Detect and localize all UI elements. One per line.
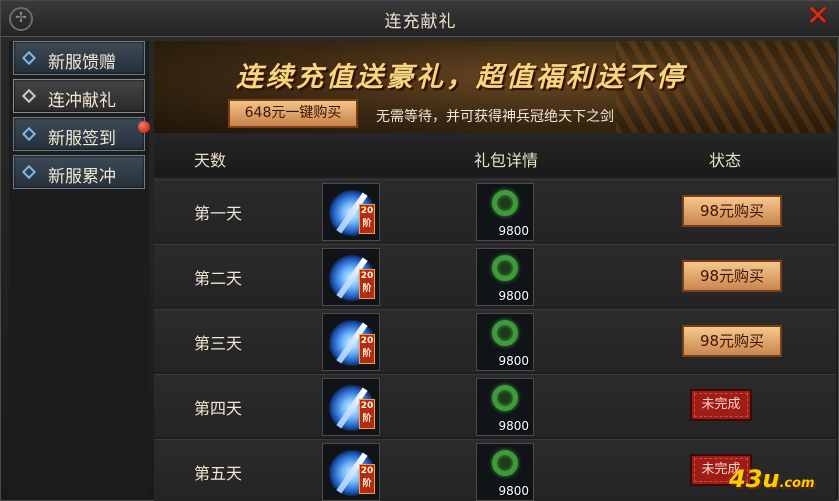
tier-badge: 20阶 bbox=[359, 399, 375, 429]
sidebar-item-label: 新服签到 bbox=[48, 129, 116, 149]
sidebar-item-new-server-cumulative[interactable]: 新服累冲 bbox=[13, 155, 145, 189]
table-header: 天数 礼包详情 状态 bbox=[154, 137, 836, 177]
table-row: 第一天 20阶 9800 98元购买 bbox=[154, 179, 836, 242]
jade-orb-icon bbox=[492, 320, 518, 346]
orb-item-slot[interactable]: 9800 bbox=[476, 183, 534, 241]
day-label: 第一天 bbox=[194, 204, 243, 223]
table-row: 第二天 20阶 9800 98元购买 bbox=[154, 244, 836, 307]
tier-badge: 20阶 bbox=[359, 334, 375, 364]
header-day: 天数 bbox=[194, 151, 227, 170]
tier-badge: 20阶 bbox=[359, 464, 375, 494]
day-label: 第四天 bbox=[194, 399, 243, 418]
title-bar: ✢ 连充献礼 ✕ bbox=[1, 1, 839, 37]
diamond-icon bbox=[21, 164, 37, 180]
table-row: 第四天 20阶 9800 未完成 bbox=[154, 374, 836, 437]
item-count: 9800 bbox=[498, 484, 529, 498]
weapon-item-slot[interactable]: 20阶 bbox=[322, 313, 380, 371]
promo-banner: 连续充值送豪礼，超值福利送不停 648元一键购买 无需等待，并可获得神兵冠绝天下… bbox=[154, 41, 836, 133]
sidebar-item-new-server-signin[interactable]: 新服签到 bbox=[13, 117, 150, 151]
watermark-suffix: .com bbox=[779, 476, 815, 491]
sidebar-item-label: 连冲献礼 bbox=[48, 91, 116, 111]
close-icon[interactable]: ✕ bbox=[804, 2, 832, 31]
jade-orb-icon bbox=[492, 450, 518, 476]
header-gift: 礼包详情 bbox=[474, 151, 539, 170]
sidebar-item-label: 新服馈赠 bbox=[48, 53, 116, 73]
event-window: ✢ 连充献礼 ✕ 新服馈赠 连冲献礼 新服签到 新服累冲 连续充值送豪礼，超值福… bbox=[0, 0, 839, 501]
item-count: 9800 bbox=[498, 419, 529, 433]
status-undone-stamp: 未完成 bbox=[690, 389, 752, 421]
site-watermark-logo: 43u.com bbox=[729, 465, 815, 493]
sidebar: 新服馈赠 连冲献礼 新服签到 新服累冲 bbox=[9, 41, 150, 499]
tier-badge: 20阶 bbox=[359, 269, 375, 299]
banner-headline: 连续充值送豪礼，超值福利送不停 bbox=[236, 62, 686, 93]
weapon-item-slot[interactable]: 20阶 bbox=[322, 183, 380, 241]
tier-badge: 20阶 bbox=[359, 204, 375, 234]
weapon-item-slot[interactable]: 20阶 bbox=[322, 248, 380, 306]
jade-orb-icon bbox=[492, 255, 518, 281]
diamond-icon bbox=[21, 126, 37, 142]
orb-item-slot[interactable]: 9800 bbox=[476, 313, 534, 371]
item-count: 9800 bbox=[498, 289, 529, 303]
orb-item-slot[interactable]: 9800 bbox=[476, 248, 534, 306]
day-label: 第五天 bbox=[194, 464, 243, 483]
header-status: 状态 bbox=[709, 151, 742, 170]
day-label: 第二天 bbox=[194, 269, 243, 288]
item-count: 9800 bbox=[498, 224, 529, 238]
orb-item-slot[interactable]: 9800 bbox=[476, 378, 534, 436]
weapon-item-slot[interactable]: 20阶 bbox=[322, 443, 380, 501]
jade-orb-icon bbox=[492, 385, 518, 411]
buy-button[interactable]: 98元购买 bbox=[682, 325, 782, 357]
diamond-icon bbox=[21, 88, 37, 104]
jade-orb-icon bbox=[492, 190, 518, 216]
weapon-item-slot[interactable]: 20阶 bbox=[322, 378, 380, 436]
sidebar-item-consecutive-recharge[interactable]: 连冲献礼 bbox=[13, 79, 145, 113]
sidebar-item-new-server-gift[interactable]: 新服馈赠 bbox=[13, 41, 145, 75]
watermark-text: 43u bbox=[729, 465, 780, 493]
diamond-icon bbox=[21, 50, 37, 66]
window-title: 连充献礼 bbox=[384, 12, 457, 32]
item-count: 9800 bbox=[498, 354, 529, 368]
notification-dot-icon bbox=[138, 121, 150, 133]
buy-all-button[interactable]: 648元一键购买 bbox=[228, 99, 358, 128]
orb-item-slot[interactable]: 9800 bbox=[476, 443, 534, 501]
table-row: 第三天 20阶 9800 98元购买 bbox=[154, 309, 836, 372]
day-label: 第三天 bbox=[194, 334, 243, 353]
banner-subtitle: 无需等待，并可获得神兵冠绝天下之剑 bbox=[376, 109, 614, 125]
buy-button[interactable]: 98元购买 bbox=[682, 260, 782, 292]
sidebar-item-label: 新服累冲 bbox=[48, 167, 116, 187]
buy-button[interactable]: 98元购买 bbox=[682, 195, 782, 227]
